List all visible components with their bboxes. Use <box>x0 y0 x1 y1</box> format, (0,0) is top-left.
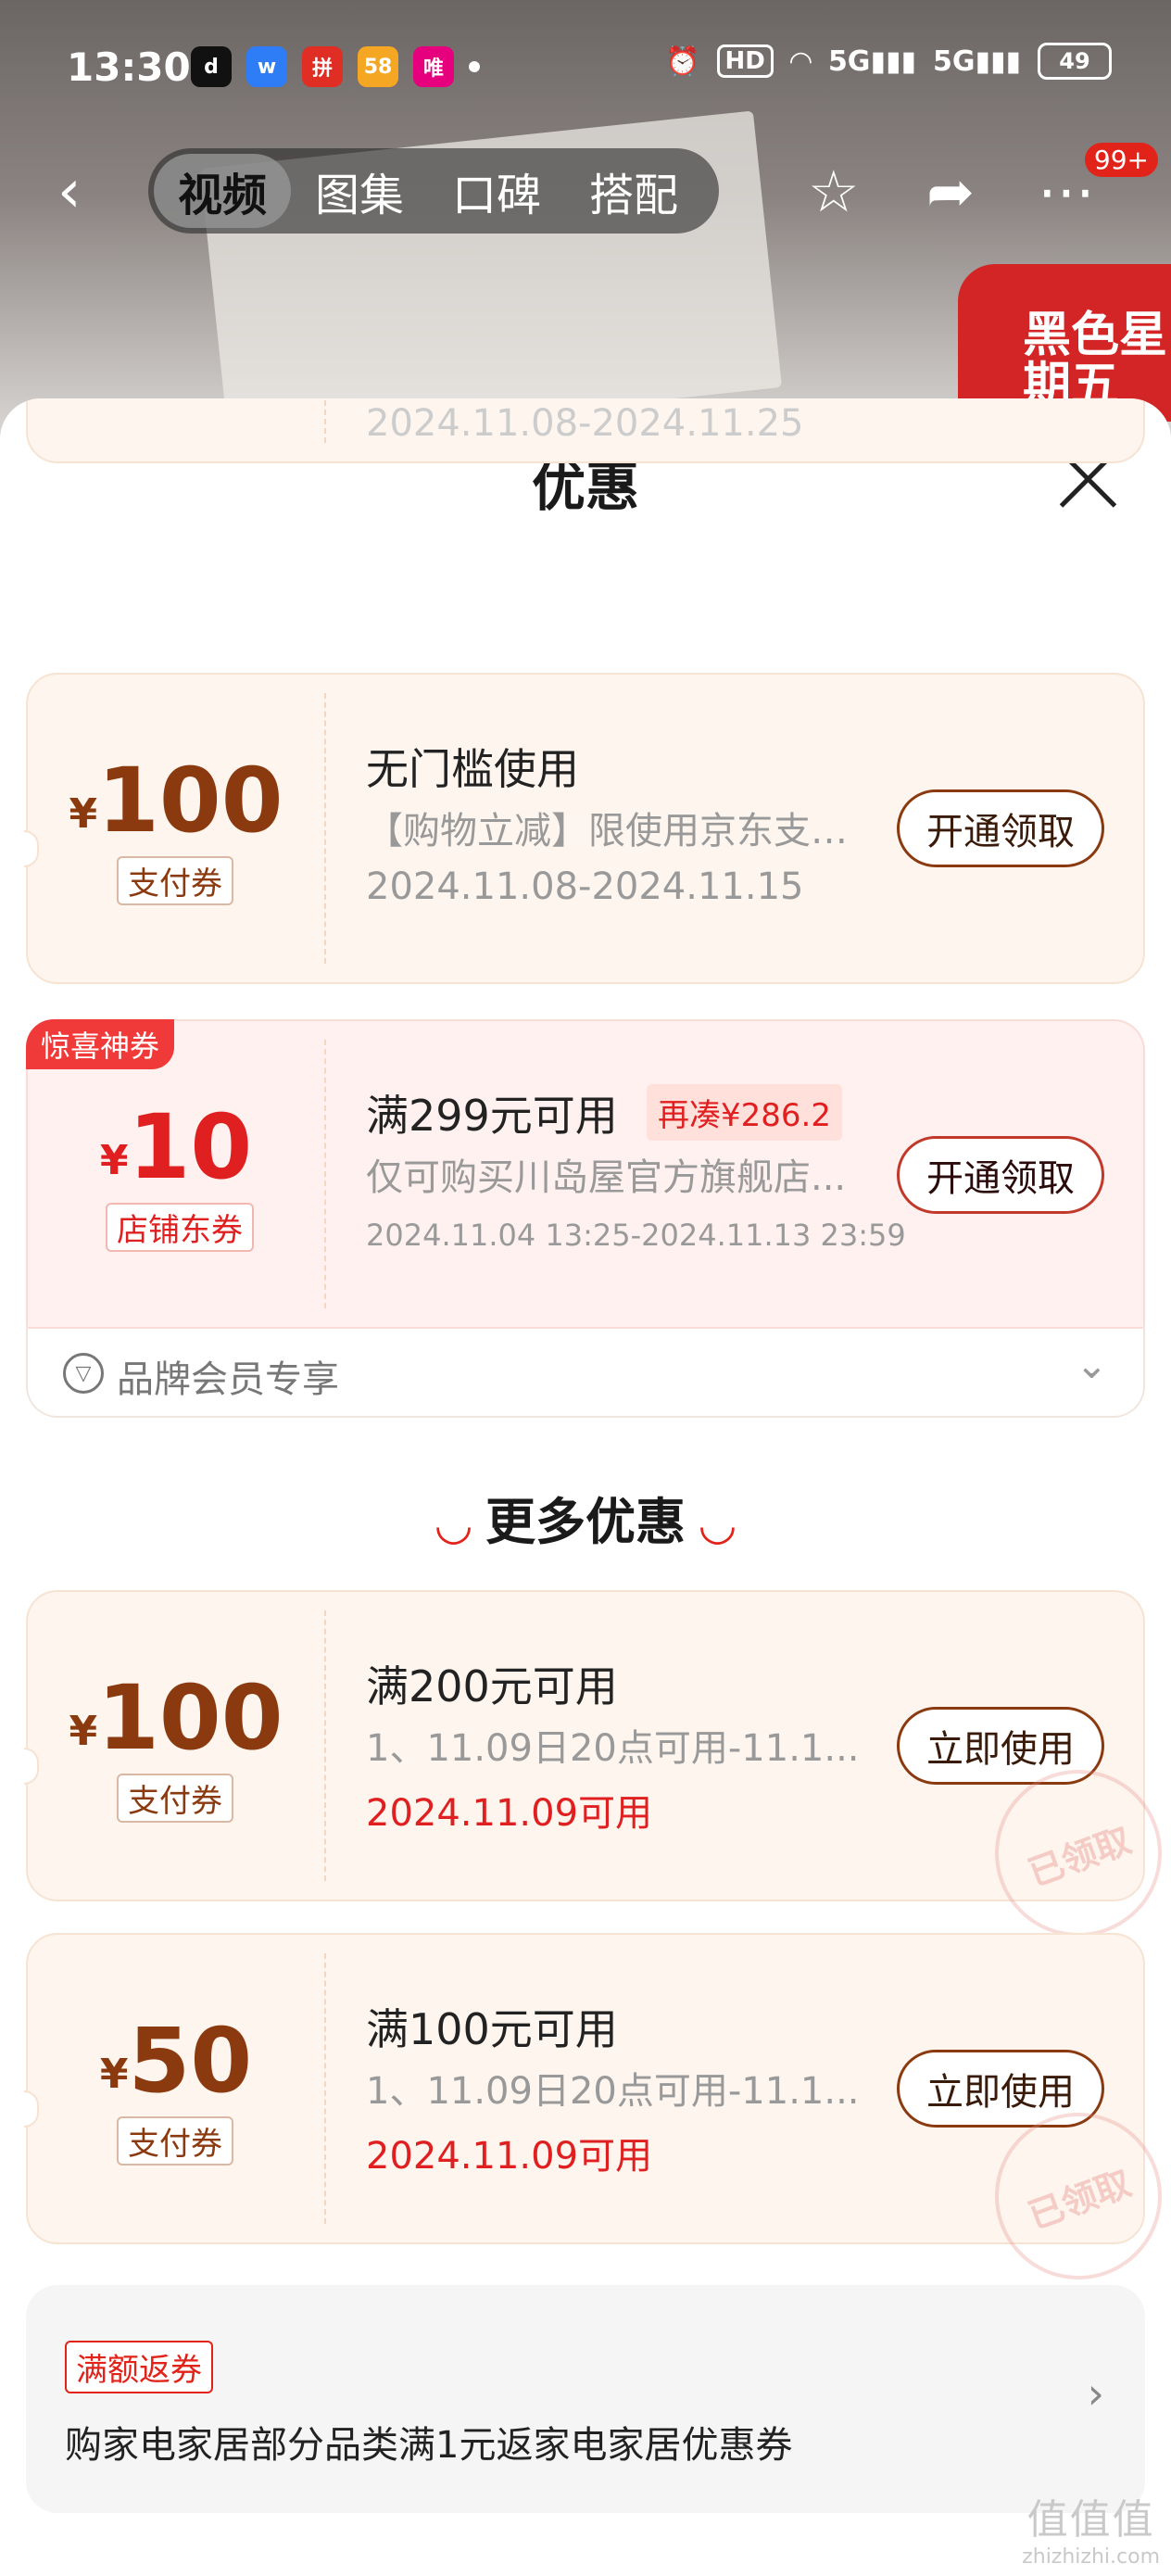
coupon-title: 满200元可用 <box>366 1661 618 1711</box>
coupon-amount: ¥100 <box>69 749 283 852</box>
hd-icon: HD <box>716 44 774 78</box>
coupon-card-partial: 2024.11.08-2024.11.25 <box>26 398 1145 463</box>
coupon-title: 满299元可用 <box>366 1091 618 1141</box>
status-bar: 13:30 d w 拼 58 唯 ⏰ HD ◠ 5G▮▮▮ 5G▮▮▮ 49 <box>0 0 1171 139</box>
coupon-sheet: 优惠 2024.11.08-2024.11.25 ¥100 支付券 无门槛使用 … <box>0 398 1171 2576</box>
coupon-type-tag: 店铺东券 <box>106 1203 254 1252</box>
share-icon[interactable]: ➦ <box>926 158 975 225</box>
coupon-desc: 1、11.09日20点可用-11.1... <box>366 2070 860 2113</box>
coupon-desc: 1、11.09日20点可用-11.1... <box>366 1727 860 1770</box>
vip-app-icon: 唯 <box>413 46 454 87</box>
coupon-type-tag: 支付券 <box>117 856 233 905</box>
coupon-date: 2024.11.08-2024.11.25 <box>366 402 804 445</box>
coupon-desc: 【购物立减】限使用京东支付... <box>366 810 866 852</box>
signal-icon-2: 5G▮▮▮ <box>932 44 1021 78</box>
coupon-title: 满100元可用 <box>366 2004 618 2054</box>
alarm-icon: ⏰ <box>665 44 700 78</box>
coupon-desc: 仅可购买川岛屋官方旗舰店... <box>366 1156 847 1199</box>
coupon-amount: ¥100 <box>69 1666 283 1770</box>
pinduoduo-icon: 拼 <box>302 46 343 87</box>
activate-claim-button[interactable]: 开通领取 <box>897 1136 1104 1214</box>
remaining-amount-badge: 再凑¥286.2 <box>647 1084 842 1141</box>
member-icon: ▽ <box>63 1353 104 1394</box>
more-notifications-dot <box>469 61 480 72</box>
coupon-amount: ¥50 <box>99 2009 253 2113</box>
coupon-amount: ¥10 <box>99 1095 253 1199</box>
coupon-type-tag: 支付券 <box>117 2116 233 2166</box>
coupon-date: 2024.11.09可用 <box>366 1792 653 1835</box>
coupon-date: 2024.11.04 13:25-2024.11.13 23:59 <box>366 1218 906 1253</box>
tab-match[interactable]: 搭配 <box>565 154 702 228</box>
coupon-card: ¥100 支付券 无门槛使用 【购物立减】限使用京东支付... 2024.11.… <box>24 673 1145 984</box>
coupon-divider <box>324 1610 326 1881</box>
notification-app-icons: d w 拼 58 唯 <box>191 46 480 87</box>
chevron-right-icon: › <box>1087 2368 1104 2418</box>
rebate-offer-row[interactable]: 满额返券 购家电家居部分品类满1元返家电家居优惠券 › <box>26 2285 1145 2513</box>
smile-icon: ◡ <box>700 1498 735 1550</box>
coupon-card: ¥50 支付券 满100元可用 1、11.09日20点可用-11.1... 20… <box>24 1933 1171 2304</box>
coupon-divider <box>324 1953 326 2224</box>
brand-member-row[interactable]: ▽ 品牌会员专享 ⌄ <box>26 1325 1145 1418</box>
tab-video[interactable]: 视频 <box>154 154 292 228</box>
chevron-down-icon[interactable]: ⌄ <box>1076 1342 1108 1387</box>
status-time: 13:30 <box>67 44 191 90</box>
product-nav-bar: ‹ 视频 图集 口碑 搭配 ☆ ➦ ⋯ 99+ <box>0 139 1171 241</box>
coupon-title: 无门槛使用 <box>366 744 579 794</box>
coupon-type-tag: 支付券 <box>117 1774 233 1823</box>
message-badge: 99+ <box>1084 143 1158 177</box>
coupon-divider <box>324 1040 326 1308</box>
wifi-icon: ◠ <box>789 44 812 78</box>
coupon-divider <box>324 693 326 964</box>
coupon-date: 2024.11.09可用 <box>366 2135 653 2178</box>
signal-icon: 5G▮▮▮ <box>827 44 916 78</box>
tab-reviews[interactable]: 口碑 <box>428 154 565 228</box>
system-icons: ⏰ HD ◠ 5G▮▮▮ 5G▮▮▮ 49 <box>665 43 1112 80</box>
member-label: 品牌会员专享 <box>117 1358 339 1401</box>
media-tabs: 视频 图集 口碑 搭配 <box>148 148 719 234</box>
coupon-card-surprise: 惊喜神券 ¥10 店铺东券 满299元可用 再凑¥286.2 仅可购买川岛屋官方… <box>26 1019 1145 1329</box>
tiktok-icon: d <box>191 46 232 87</box>
watermark: 值值值 zhizhizhi.com <box>1022 2496 1160 2569</box>
tab-gallery[interactable]: 图集 <box>291 154 428 228</box>
58-app-icon: 58 <box>358 46 398 87</box>
coupon-divider <box>324 398 326 443</box>
more-offers-heading: ◡ 更多优惠 ◡ <box>436 1493 735 1551</box>
favorite-star-icon[interactable]: ☆ <box>808 158 860 225</box>
rebate-tag: 满额返券 <box>65 2341 213 2393</box>
coupon-date: 2024.11.08-2024.11.15 <box>366 865 804 908</box>
surprise-coupon-badge: 惊喜神券 <box>26 1019 175 1069</box>
wallet-icon: w <box>246 46 287 87</box>
activate-claim-button[interactable]: 开通领取 <box>897 789 1104 867</box>
battery-icon: 49 <box>1038 43 1112 80</box>
coupon-card: ¥100 支付券 满200元可用 1、11.09日20点可用-11.1... 2… <box>24 1590 1171 1961</box>
smile-icon: ◡ <box>436 1498 471 1550</box>
rebate-text: 购家电家居部分品类满1元返家电家居优惠券 <box>65 2424 793 2467</box>
back-button[interactable]: ‹ <box>57 158 82 226</box>
